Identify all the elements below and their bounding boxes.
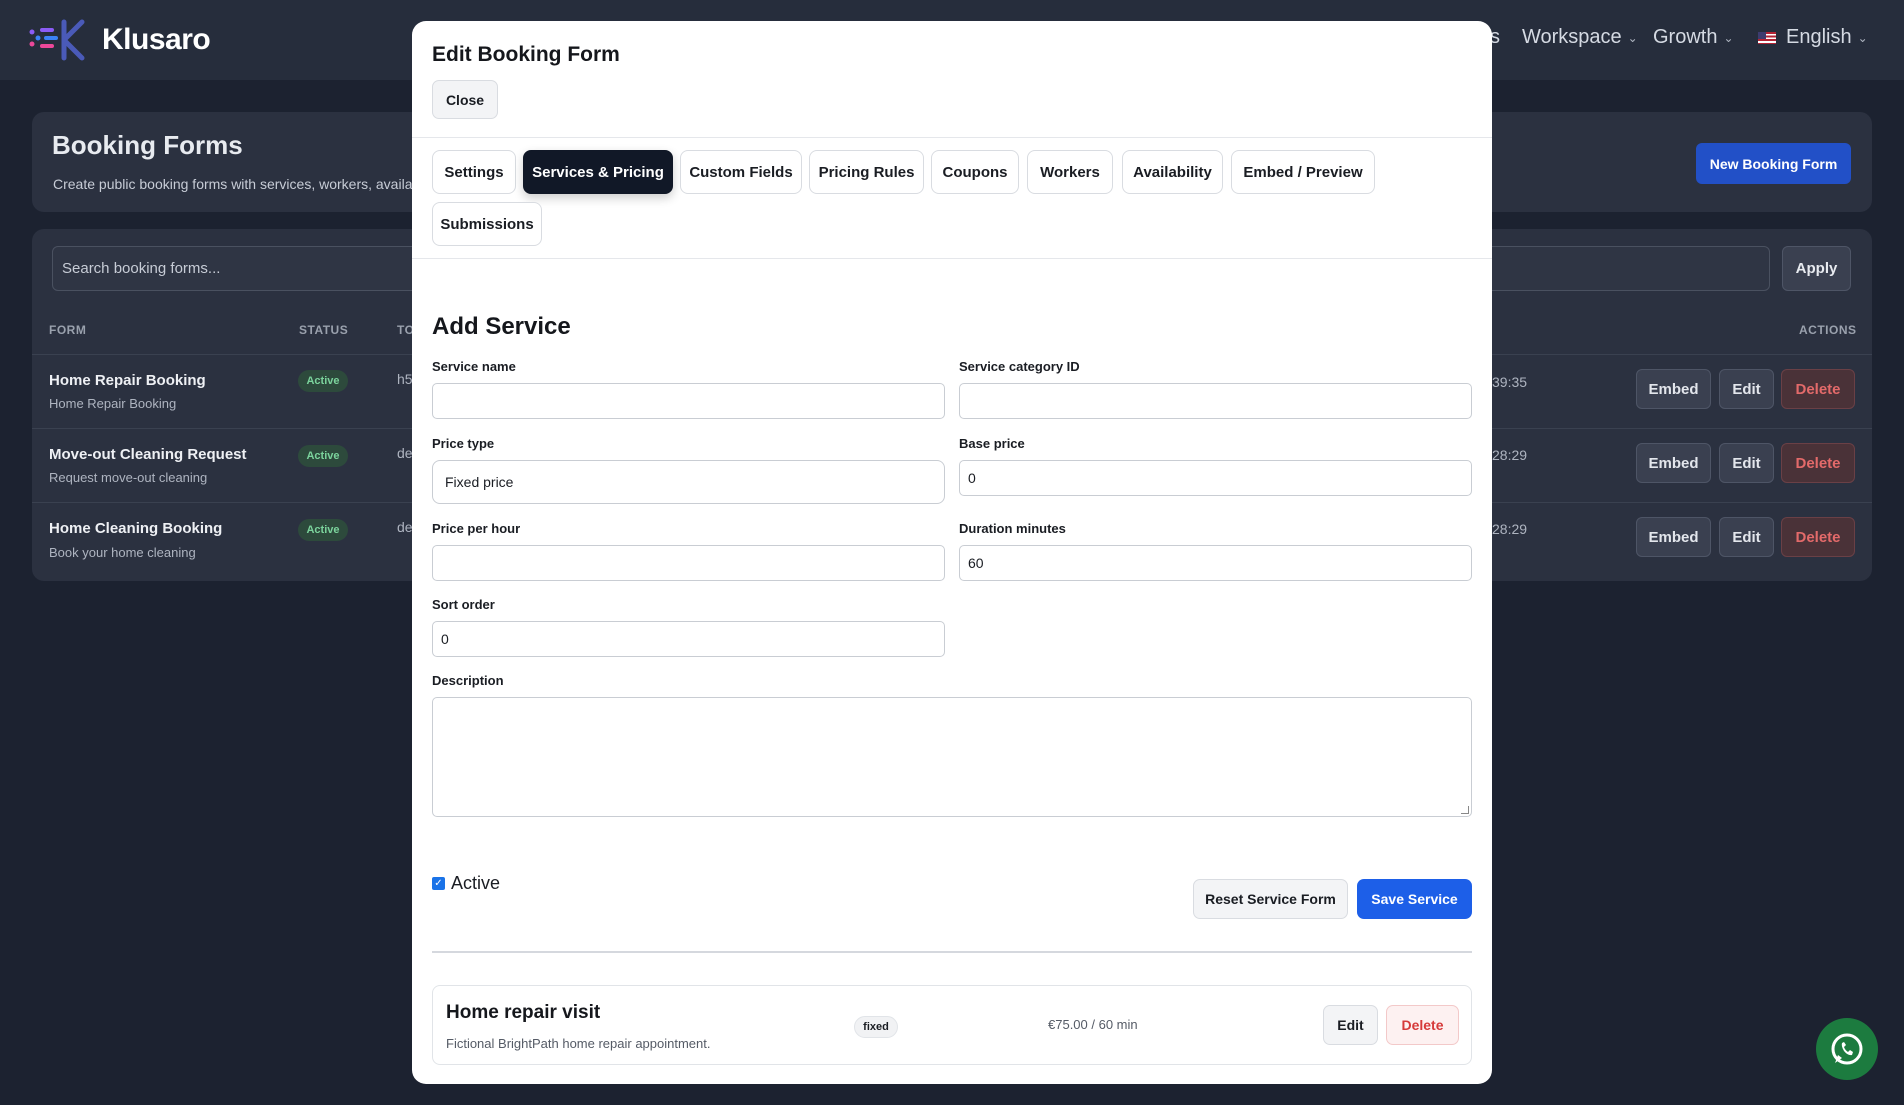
brand-name: Klusaro xyxy=(102,23,211,56)
nav-item-growth[interactable]: Growth ⌄ xyxy=(1653,26,1734,49)
chevron-down-icon: ⌄ xyxy=(1723,30,1734,45)
column-header-actions: ACTIONS xyxy=(1799,323,1857,337)
tab-pricing-rules[interactable]: Pricing Rules xyxy=(809,150,924,194)
service-price: €75.00 / 60 min xyxy=(1048,1017,1138,1032)
description-label: Description xyxy=(432,673,504,688)
new-booking-form-button[interactable]: New Booking Form xyxy=(1696,143,1851,184)
status-badge: Active xyxy=(298,370,348,392)
price-per-hour-input[interactable] xyxy=(432,545,945,581)
sort-order-input[interactable]: 0 xyxy=(432,621,945,657)
duration-minutes-input[interactable]: 60 xyxy=(959,545,1472,581)
column-header-form: FORM xyxy=(49,323,87,337)
nav-label: Workspace xyxy=(1522,26,1622,48)
chevron-down-icon: ⌄ xyxy=(1627,30,1638,45)
us-flag-icon xyxy=(1758,31,1776,44)
table-cell-time: 39:35 xyxy=(1492,374,1528,390)
service-category-id-label: Service category ID xyxy=(959,359,1080,374)
modal-title: Edit Booking Form xyxy=(432,43,620,66)
service-name-input[interactable] xyxy=(432,383,945,419)
reset-service-form-button[interactable]: Reset Service Form xyxy=(1193,879,1348,919)
tab-workers[interactable]: Workers xyxy=(1027,150,1113,194)
active-checkbox-label: Active xyxy=(451,873,501,893)
tab-availability[interactable]: Availability xyxy=(1122,150,1223,194)
nav-item-workspace[interactable]: Workspace ⌄ xyxy=(1522,26,1638,49)
tab-coupons[interactable]: Coupons xyxy=(931,150,1019,194)
edit-button[interactable]: Edit xyxy=(1719,443,1774,483)
divider xyxy=(412,258,1492,259)
section-divider xyxy=(432,951,1472,953)
nav-label: Growth xyxy=(1653,26,1718,48)
apply-button[interactable]: Apply xyxy=(1782,246,1851,291)
embed-button[interactable]: Embed xyxy=(1636,517,1711,557)
table-cell-time: 28:29 xyxy=(1492,521,1528,537)
price-per-hour-label: Price per hour xyxy=(432,521,521,536)
tab-services-pricing[interactable]: Services & Pricing xyxy=(523,150,673,194)
service-description: Fictional BrightPath home repair appoint… xyxy=(446,1036,711,1051)
page-subtitle: Create public booking forms with service… xyxy=(53,176,430,192)
price-type-label: Price type xyxy=(432,436,495,451)
active-checkbox[interactable]: ✓ xyxy=(432,877,445,890)
price-type-select[interactable]: Fixed price xyxy=(432,460,945,504)
table-cell-slug: h5 xyxy=(397,371,413,387)
whatsapp-chat-button[interactable] xyxy=(1816,1018,1878,1080)
base-price-label: Base price xyxy=(959,436,1025,451)
close-button[interactable]: Close xyxy=(432,80,498,119)
edit-button[interactable]: Edit xyxy=(1719,369,1774,409)
column-header-status: STATUS xyxy=(299,323,349,337)
page-title: Booking Forms xyxy=(52,130,243,160)
nav-label: English xyxy=(1786,26,1852,48)
table-row-name: Home Repair Booking xyxy=(49,372,206,389)
service-edit-button[interactable]: Edit xyxy=(1323,1005,1378,1045)
edit-booking-form-modal: Edit Booking Form Close Settings Service… xyxy=(412,21,1492,1084)
status-badge: Active xyxy=(298,445,348,467)
status-badge: Active xyxy=(298,519,348,541)
embed-button[interactable]: Embed xyxy=(1636,369,1711,409)
service-delete-button[interactable]: Delete xyxy=(1386,1005,1459,1045)
tab-custom-fields[interactable]: Custom Fields xyxy=(680,150,802,194)
table-row-desc: Request move-out cleaning xyxy=(49,470,208,485)
chevron-down-icon: ⌄ xyxy=(1857,30,1868,45)
delete-button[interactable]: Delete xyxy=(1781,443,1855,483)
service-category-id-input[interactable] xyxy=(959,383,1472,419)
table-row-name: Home Cleaning Booking xyxy=(49,520,223,537)
service-name-label: Service name xyxy=(432,359,516,374)
delete-button[interactable]: Delete xyxy=(1781,369,1855,409)
save-service-button[interactable]: Save Service xyxy=(1357,879,1472,919)
base-price-input[interactable]: 0 xyxy=(959,460,1472,496)
tab-submissions[interactable]: Submissions xyxy=(432,202,542,246)
edit-button[interactable]: Edit xyxy=(1719,517,1774,557)
whatsapp-icon xyxy=(1831,1033,1863,1065)
service-name: Home repair visit xyxy=(446,1002,601,1023)
klusaro-logo-icon xyxy=(29,19,85,61)
tab-settings[interactable]: Settings xyxy=(432,150,516,194)
sort-order-label: Sort order xyxy=(432,597,495,612)
service-list-item: Home repair visit Fictional BrightPath h… xyxy=(432,985,1472,1065)
divider xyxy=(412,137,1492,138)
table-row-name: Move-out Cleaning Request xyxy=(49,446,247,463)
description-textarea[interactable] xyxy=(432,697,1472,817)
resize-handle-icon[interactable] xyxy=(1461,806,1469,814)
table-cell-time: 28:29 xyxy=(1492,447,1528,463)
table-row-desc: Home Repair Booking xyxy=(49,396,177,411)
embed-button[interactable]: Embed xyxy=(1636,443,1711,483)
table-row-desc: Book your home cleaning xyxy=(49,545,196,560)
tab-embed-preview[interactable]: Embed / Preview xyxy=(1231,150,1375,194)
duration-minutes-label: Duration minutes xyxy=(959,521,1066,536)
brand-logo[interactable]: Klusaro xyxy=(26,18,211,62)
price-type-badge: fixed xyxy=(854,1016,898,1038)
table-cell-slug: de xyxy=(397,519,413,535)
section-title: Add Service xyxy=(432,313,571,340)
delete-button[interactable]: Delete xyxy=(1781,517,1855,557)
table-cell-slug: de xyxy=(397,445,413,461)
language-selector[interactable]: English ⌄ xyxy=(1758,26,1868,49)
